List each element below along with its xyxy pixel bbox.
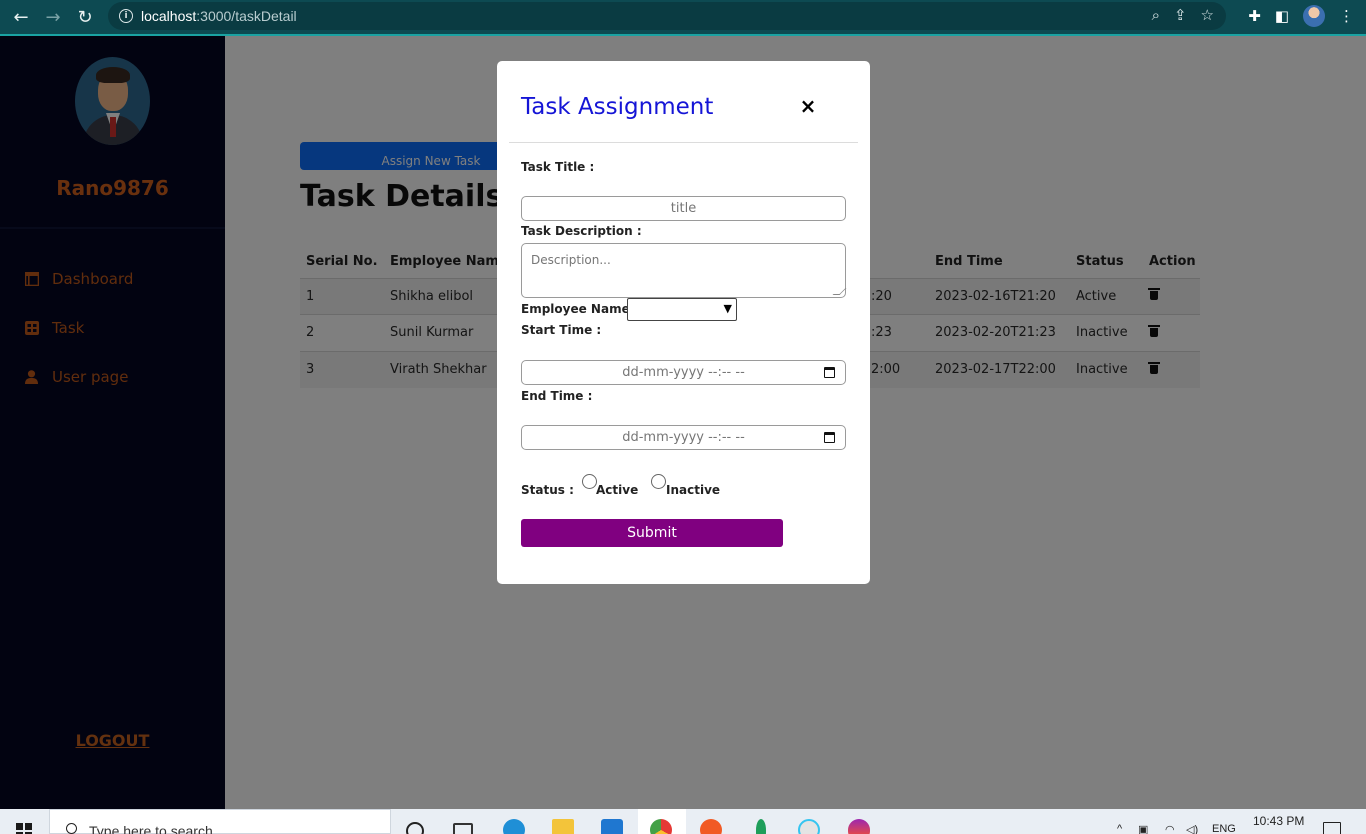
modal-title: Task Assignment bbox=[521, 94, 714, 120]
slack-icon[interactable] bbox=[798, 819, 820, 834]
task-assignment-modal: Task Assignment × Task Title : title Tas… bbox=[497, 61, 870, 584]
notification-icon[interactable] bbox=[1323, 822, 1341, 834]
browser-toolbar: ← → ↻ i localhost:3000/taskDetail ⌕ ⇪ ☆ … bbox=[0, 0, 1366, 34]
extensions-puzzle-icon[interactable]: ✚ bbox=[1248, 7, 1261, 25]
os-taskbar: Type here to search ^ ▣ ◠ ◁) ENG 10:43 P… bbox=[0, 809, 1366, 834]
submit-button[interactable]: Submit bbox=[521, 519, 783, 547]
status-active-label[interactable]: Active bbox=[596, 483, 638, 497]
close-icon[interactable]: × bbox=[797, 94, 819, 118]
task-title-input[interactable]: title bbox=[521, 196, 846, 221]
browser-menu-icon[interactable]: ⋮ bbox=[1339, 7, 1354, 25]
vscode-icon[interactable] bbox=[601, 819, 623, 834]
url-host: localhost bbox=[141, 8, 197, 24]
forward-arrow-icon[interactable]: → bbox=[42, 6, 64, 28]
file-explorer-icon[interactable] bbox=[552, 819, 574, 834]
address-bar[interactable]: i localhost:3000/taskDetail ⌕ ⇪ ☆ bbox=[108, 2, 1226, 30]
search-icon bbox=[66, 823, 77, 834]
chrome-icon[interactable] bbox=[650, 819, 672, 834]
windows-start-icon[interactable] bbox=[16, 823, 32, 834]
status-inactive-label[interactable]: Inactive bbox=[666, 483, 720, 497]
taskbar-search-placeholder: Type here to search bbox=[89, 823, 213, 834]
end-time-label: End Time : bbox=[521, 389, 593, 403]
start-time-label: Start Time : bbox=[521, 323, 602, 337]
system-clock[interactable]: 10:43 PM bbox=[1253, 814, 1304, 828]
share-icon[interactable]: ⇪ bbox=[1174, 6, 1187, 24]
taskbar-search-input[interactable]: Type here to search bbox=[49, 809, 391, 834]
paint-app-icon[interactable] bbox=[848, 819, 870, 834]
start-time-placeholder: dd-mm-yyyy --:-- -- bbox=[622, 365, 745, 380]
status-active-radio[interactable] bbox=[582, 474, 597, 489]
tray-chevron-icon[interactable]: ^ bbox=[1117, 823, 1122, 834]
screen: ← → ↻ i localhost:3000/taskDetail ⌕ ⇪ ☆ … bbox=[0, 0, 1366, 834]
calendar-icon[interactable] bbox=[824, 367, 835, 378]
bookmark-star-icon[interactable]: ☆ bbox=[1201, 6, 1214, 24]
reload-icon[interactable]: ↻ bbox=[74, 6, 96, 28]
calendar-icon[interactable] bbox=[824, 432, 835, 443]
wifi-icon[interactable]: ◠ bbox=[1165, 823, 1175, 834]
postman-icon[interactable] bbox=[700, 819, 722, 834]
site-info-icon[interactable]: i bbox=[119, 9, 133, 23]
cortana-icon[interactable] bbox=[406, 822, 424, 834]
status-label: Status : bbox=[521, 483, 574, 497]
zoom-icon[interactable]: ⌕ bbox=[1152, 6, 1160, 24]
task-title-label: Task Title : bbox=[521, 160, 595, 174]
url-path: :3000/taskDetail bbox=[196, 8, 297, 24]
back-arrow-icon[interactable]: ← bbox=[10, 6, 32, 28]
modal-divider bbox=[509, 142, 858, 143]
profile-avatar-icon[interactable] bbox=[1303, 5, 1325, 27]
task-title-placeholder: title bbox=[670, 201, 697, 216]
task-view-icon[interactable] bbox=[453, 823, 473, 834]
task-description-label: Task Description : bbox=[521, 224, 642, 238]
side-panel-icon[interactable]: ◧ bbox=[1275, 7, 1289, 25]
chevron-down-icon: ▼ bbox=[723, 302, 732, 315]
employee-name-select[interactable]: ▼ bbox=[627, 298, 737, 321]
volume-icon[interactable]: ◁) bbox=[1186, 823, 1198, 834]
mongodb-icon[interactable] bbox=[756, 819, 766, 834]
language-indicator[interactable]: ENG bbox=[1212, 823, 1236, 834]
url-text: localhost:3000/taskDetail bbox=[141, 8, 297, 24]
omnibox-actions: ⌕ ⇪ ☆ bbox=[1152, 6, 1214, 24]
edge-browser-icon[interactable] bbox=[503, 819, 525, 834]
resize-grip-icon[interactable] bbox=[832, 288, 847, 295]
start-time-input[interactable]: dd-mm-yyyy --:-- -- bbox=[521, 360, 846, 385]
task-description-textarea[interactable]: Description... bbox=[521, 243, 847, 298]
employee-name-label: Employee Name : bbox=[521, 302, 639, 316]
browser-extensions: ✚ ◧ ⋮ bbox=[1248, 5, 1354, 27]
task-description-placeholder: Description... bbox=[531, 253, 611, 267]
end-time-placeholder: dd-mm-yyyy --:-- -- bbox=[622, 430, 745, 445]
network-icon[interactable]: ▣ bbox=[1138, 823, 1148, 834]
end-time-input[interactable]: dd-mm-yyyy --:-- -- bbox=[521, 425, 846, 450]
status-inactive-radio[interactable] bbox=[651, 474, 666, 489]
